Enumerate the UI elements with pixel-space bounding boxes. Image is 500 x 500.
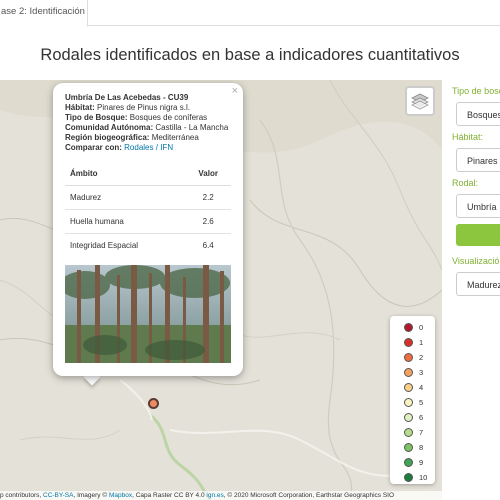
mapbox-link[interactable]: Mapbox [109,492,132,499]
legend-item: 10 [404,470,435,485]
filter-panel: Tipo de bosq Bosques Hábitat: Pinares Ro… [452,80,500,500]
compare-ifn-link[interactable]: IFN [160,143,173,152]
legend-item: 3 [404,365,435,380]
legend-item: 2 [404,350,435,365]
legend-item: 7 [404,425,435,440]
tab-bar: ase 2: Identificación [0,0,500,27]
valor-cell: 2.6 [185,209,231,234]
forest-type-label: Tipo de bosq [452,86,500,96]
legend-label: 8 [419,443,424,452]
ambito-cell: Madurez [65,185,186,210]
legend-item: 9 [404,455,435,470]
forest-type-select[interactable]: Bosques [456,102,500,126]
legend-swatch [404,398,413,407]
legend-item: 0 [404,320,435,335]
layers-button[interactable] [405,86,435,116]
map-attribution: p contributors, CC-BY-SA, Imagery © Mapb… [0,491,442,500]
legend-label: 4 [419,383,424,392]
rodal-name: Umbría De Las Acebedas - CU39 [65,93,189,102]
legend-swatch [404,323,413,332]
legend-item: 1 [404,335,435,350]
rodal-label: Rodal: [452,178,479,188]
legend-label: 10 [419,473,428,482]
visualization-select[interactable]: Madurez [456,272,500,296]
community-line: Comunidad Autónoma: Castilla - La Mancha [65,123,229,132]
rodal-select[interactable]: Umbría [456,194,500,218]
legend-item: 5 [404,395,435,410]
region-line: Región biogeográfica: Mediterránea [65,133,199,142]
legend-swatch [404,428,413,437]
legend-label: 0 [419,323,424,332]
ambito-cell: Integridad Espacial [65,233,186,257]
habitat-select[interactable]: Pinares [456,148,500,172]
legend-label: 3 [419,368,424,377]
table-row: Huella humana 2.6 [65,209,231,234]
legend-item: 8 [404,440,435,455]
column-header-ambito: Ámbito [65,163,186,186]
legend-item: 4 [404,380,435,395]
indicators-table: Ámbito Valor Madurez 2.2 Huella humana 2… [65,163,231,257]
legend-label: 6 [419,413,424,422]
legend-swatch [404,368,413,377]
legend-label: 5 [419,398,424,407]
habitat-line: Hábitat: Pinares de Pinus nigra s.l. [65,103,190,112]
legend-item: 6 [404,410,435,425]
legend-label: 2 [419,353,424,362]
legend-swatch [404,458,413,467]
rodal-popup: × Umbría De Las Acebedas - CU39 Hábitat:… [53,83,243,376]
close-icon[interactable]: × [232,86,238,97]
tab-identificacion[interactable]: ase 2: Identificación [0,0,88,27]
compare-line: Comparar con: Rodales / IFN [65,143,174,152]
map-view[interactable]: × Umbría De Las Acebedas - CU39 Hábitat:… [0,80,442,500]
layers-icon [411,93,429,110]
column-header-valor: Valor [185,163,231,186]
legend-label: 7 [419,428,424,437]
table-header-row: Ámbito Valor [65,163,231,186]
compare-rodales-link[interactable]: Rodales [124,143,153,152]
forest-type-line: Tipo de Bosque: Bosques de coníferas [65,113,208,122]
habitat-label: Hábitat: [452,132,484,142]
legend-swatch [404,338,413,347]
table-row: Integridad Espacial 6.4 [65,233,231,257]
legend-swatch [404,413,413,422]
legend: 0 1 2 3 4 5 6 7 8 9 10 [390,316,435,484]
legend-label: 1 [419,338,424,347]
compare-separator: / [155,143,158,152]
ign-link[interactable]: ign.es [206,492,223,499]
legend-swatch [404,353,413,362]
legend-swatch [404,383,413,392]
valor-cell: 2.2 [185,185,231,210]
visualization-label: Visualizació [452,256,500,266]
legend-swatch [404,473,413,482]
search-button[interactable] [456,224,500,246]
ambito-cell: Huella humana [65,209,186,234]
valor-cell: 6.4 [185,233,231,257]
forest-photo [65,265,231,363]
page-title: Rodales identificados en base a indicado… [40,46,460,64]
ccbysa-link[interactable]: CC-BY-SA [43,492,73,499]
legend-label: 9 [419,458,424,467]
legend-swatch [404,443,413,452]
table-row: Madurez 2.2 [65,185,231,210]
app-page: ase 2: Identificación Rodales identifica… [0,0,500,500]
rodal-marker[interactable] [148,398,159,409]
